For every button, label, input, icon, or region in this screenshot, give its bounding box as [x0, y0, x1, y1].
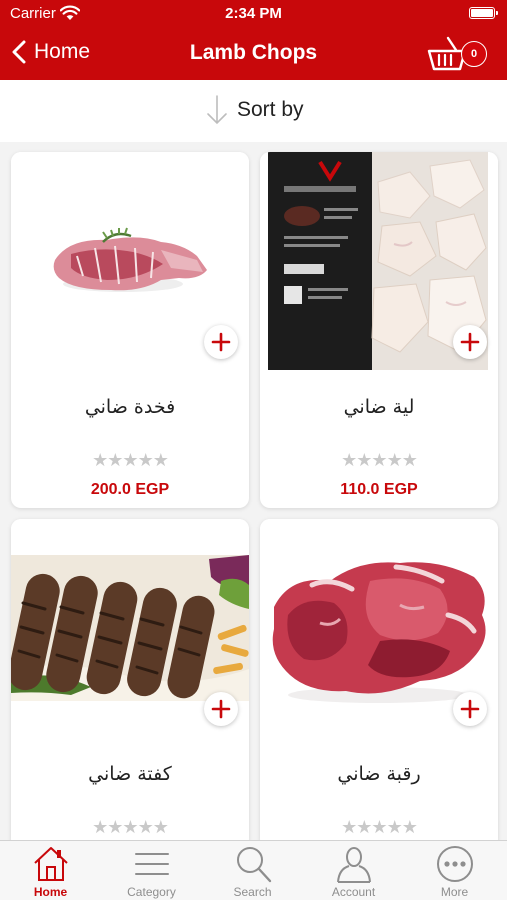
battery-icon: [469, 7, 498, 19]
menu-icon: [135, 853, 169, 875]
sort-button[interactable]: Sort by: [205, 94, 304, 126]
rating-stars: ★★★★★: [92, 817, 169, 837]
add-to-cart-button[interactable]: [204, 325, 238, 359]
rating-stars: ★★★★★: [92, 450, 169, 470]
arrow-down-icon: [207, 95, 227, 125]
tab-search[interactable]: Search: [202, 841, 303, 900]
tab-label: Account: [331, 885, 376, 899]
tab-bar: Home Category Search Account More: [0, 840, 507, 900]
plus-icon: [460, 699, 480, 719]
more-icon: [437, 846, 473, 882]
status-time: 2:34 PM: [225, 5, 282, 22]
product-card[interactable]: رقبة ضاني ★★★★★: [260, 519, 498, 849]
back-button[interactable]: Home: [12, 36, 90, 68]
status-bar: Carrier 2:34 PM: [0, 0, 507, 28]
plus-icon: [211, 332, 231, 352]
product-name: كفتة ضاني: [88, 763, 172, 785]
product-card[interactable]: لية ضاني ★★★★★ 110.0 EGP: [260, 152, 498, 508]
product-price: 110.0 EGP: [340, 481, 418, 498]
rating-stars: ★★★★★: [341, 450, 418, 470]
page-title: Lamb Chops: [189, 41, 318, 64]
tab-more[interactable]: More: [404, 841, 505, 900]
sort-bar: Sort by: [0, 80, 507, 142]
rating-stars: ★★★★★: [341, 817, 418, 837]
tab-label: Search: [233, 885, 272, 899]
cart-button[interactable]: 0: [425, 32, 491, 74]
product-name: فخدة ضاني: [84, 396, 176, 418]
product-card[interactable]: كفتة ضاني ★★★★★: [11, 519, 249, 849]
product-price: 200.0 EGP: [90, 481, 170, 498]
sort-label: Sort by: [237, 98, 304, 121]
user-icon: [337, 847, 371, 883]
tab-home[interactable]: Home: [0, 841, 101, 900]
app-header: Carrier 2:34 PM Home Lamb Chops 0: [0, 0, 507, 80]
tab-label: Category: [127, 885, 176, 899]
cart-count-badge: 0: [461, 41, 487, 67]
add-to-cart-button[interactable]: [453, 692, 487, 726]
tab-account[interactable]: Account: [303, 841, 404, 900]
app-screen: Carrier 2:34 PM Home Lamb Chops 0 Sort b…: [0, 0, 507, 900]
chevron-left-icon: [12, 40, 26, 64]
add-to-cart-button[interactable]: [453, 325, 487, 359]
back-label: Home: [34, 40, 91, 63]
plus-icon: [460, 332, 480, 352]
tab-label: Home: [33, 885, 68, 899]
plus-icon: [211, 699, 231, 719]
tab-category[interactable]: Category: [101, 841, 202, 900]
add-to-cart-button[interactable]: [204, 692, 238, 726]
product-card[interactable]: فخدة ضاني ★★★★★ 200.0 EGP: [11, 152, 249, 508]
product-name: رقبة ضاني: [337, 763, 421, 785]
search-icon: [237, 847, 272, 883]
tab-label: More: [440, 885, 469, 899]
home-icon: [34, 847, 68, 881]
product-name: لية ضاني: [343, 396, 415, 418]
